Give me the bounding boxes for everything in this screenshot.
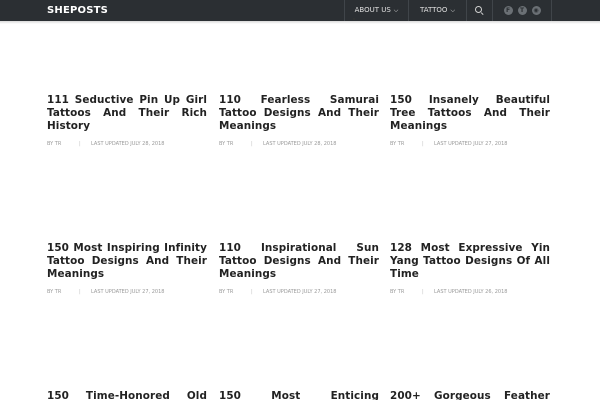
post-updated-date: LAST UPDATED JULY 26, 2018 bbox=[434, 288, 508, 295]
post-title[interactable]: 110 Fearless Samurai Tattoo Designs And … bbox=[219, 94, 379, 133]
post-author[interactable]: BY TR bbox=[47, 289, 79, 295]
post-author[interactable]: BY TR bbox=[390, 141, 422, 147]
post-meta: BY TR | LAST UPDATED JULY 28, 2018 bbox=[47, 140, 207, 147]
top-navbar: SHEPOSTS ABOUT US ⌵ TATTOO ⌵ f t ◉ bbox=[0, 0, 600, 21]
post-updated-date: LAST UPDATED JULY 28, 2018 bbox=[263, 140, 337, 147]
search-button[interactable] bbox=[466, 0, 492, 21]
social-links: f t ◉ bbox=[492, 0, 552, 21]
post-meta: BY TR | LAST UPDATED JULY 26, 2018 bbox=[390, 288, 550, 295]
post-card[interactable]: 150 Insanely Beautiful Tree Tattoos And … bbox=[390, 94, 550, 147]
post-card[interactable]: 111 Seductive Pin Up Girl Tattoos And Th… bbox=[47, 94, 207, 147]
loading-dot bbox=[353, 18, 355, 20]
post-card[interactable]: 150 Most Inspiring Infinity Tattoo Desig… bbox=[47, 242, 207, 295]
post-meta: BY TR | LAST UPDATED JULY 27, 2018 bbox=[390, 140, 550, 147]
chevron-down-icon: ⌵ bbox=[450, 7, 455, 14]
meta-separator: | bbox=[79, 140, 81, 147]
post-title[interactable]: 200+ Gorgeous Feather bbox=[390, 390, 550, 400]
nav-item-tattoo[interactable]: TATTOO ⌵ bbox=[408, 0, 466, 21]
navbar-shadow bbox=[0, 21, 600, 24]
post-author[interactable]: BY TR bbox=[219, 289, 251, 295]
post-author[interactable]: BY TR bbox=[47, 141, 79, 147]
post-card[interactable]: 128 Most Expressive Yin Yang Tattoo Desi… bbox=[390, 242, 550, 295]
meta-separator: | bbox=[422, 288, 424, 295]
post-meta: BY TR | LAST UPDATED JULY 27, 2018 bbox=[219, 288, 379, 295]
meta-separator: | bbox=[251, 140, 253, 147]
post-author[interactable]: BY TR bbox=[390, 289, 422, 295]
post-updated-date: LAST UPDATED JULY 27, 2018 bbox=[91, 288, 165, 295]
nav-item-label: TATTOO bbox=[420, 6, 448, 14]
post-updated-date: LAST UPDATED JULY 28, 2018 bbox=[91, 140, 165, 147]
search-icon bbox=[475, 6, 484, 15]
post-title[interactable]: 150 Time-Honored Old bbox=[47, 390, 207, 400]
post-title[interactable]: 150 Most Enticing Dandelion bbox=[219, 390, 379, 400]
post-title[interactable]: 150 Most Inspiring Infinity Tattoo Desig… bbox=[47, 242, 207, 281]
meta-separator: | bbox=[422, 140, 424, 147]
post-card[interactable]: 150 Time-Honored Old bbox=[47, 390, 207, 400]
post-updated-date: LAST UPDATED JULY 27, 2018 bbox=[434, 140, 508, 147]
post-title[interactable]: 111 Seductive Pin Up Girl Tattoos And Th… bbox=[47, 94, 207, 133]
post-title[interactable]: 150 Insanely Beautiful Tree Tattoos And … bbox=[390, 94, 550, 133]
post-title[interactable]: 128 Most Expressive Yin Yang Tattoo Desi… bbox=[390, 242, 550, 281]
post-meta: BY TR | LAST UPDATED JULY 27, 2018 bbox=[47, 288, 207, 295]
post-updated-date: LAST UPDATED JULY 27, 2018 bbox=[263, 288, 337, 295]
post-title[interactable]: 110 Inspirational Sun Tattoo Designs And… bbox=[219, 242, 379, 281]
post-author[interactable]: BY TR bbox=[219, 141, 251, 147]
instagram-icon[interactable]: ◉ bbox=[531, 6, 541, 15]
post-card[interactable]: 110 Inspirational Sun Tattoo Designs And… bbox=[219, 242, 379, 295]
post-meta: BY TR | LAST UPDATED JULY 28, 2018 bbox=[219, 140, 379, 147]
chevron-down-icon: ⌵ bbox=[393, 7, 399, 14]
nav-menu: ABOUT US ⌵ TATTOO ⌵ f t ◉ bbox=[344, 0, 552, 21]
facebook-icon[interactable]: f bbox=[503, 6, 513, 15]
nav-item-label: ABOUT US bbox=[354, 6, 391, 14]
post-card[interactable]: 200+ Gorgeous Feather bbox=[390, 390, 550, 400]
meta-separator: | bbox=[251, 288, 253, 295]
twitter-icon[interactable]: t bbox=[517, 6, 527, 15]
site-logo[interactable]: SHEPOSTS bbox=[47, 0, 108, 21]
meta-separator: | bbox=[79, 288, 81, 295]
post-card[interactable]: 150 Most Enticing Dandelion bbox=[219, 390, 379, 400]
post-card[interactable]: 110 Fearless Samurai Tattoo Designs And … bbox=[219, 94, 379, 147]
